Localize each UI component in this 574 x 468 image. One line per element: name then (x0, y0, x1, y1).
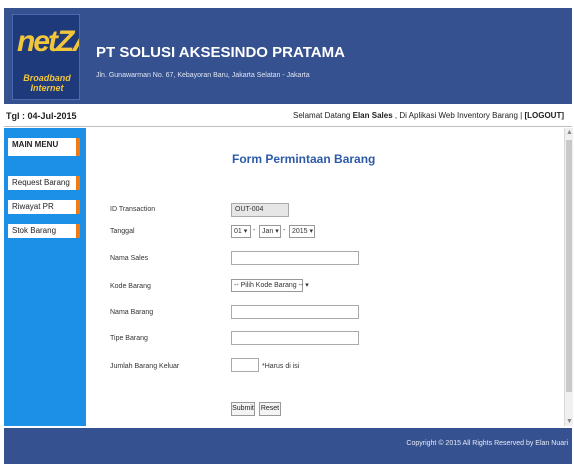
scrollbar-thumb[interactable] (566, 140, 572, 392)
company-address: Jln. Gunawarman No. 67, Kebayoran Baru, … (96, 72, 310, 79)
chevron-down-icon: ▾ (275, 228, 279, 235)
kode-barang-select[interactable]: -- Pilih Kode Barang -- ▾ (231, 279, 309, 292)
top-info-bar: Tgl : 04-Jul-2015 Selamat Datang Elan Sa… (4, 108, 572, 127)
sidebar-item-request-barang[interactable]: Request Barang (8, 176, 80, 190)
vertical-scrollbar[interactable]: ▲ ▼ (564, 128, 573, 426)
scroll-up-icon[interactable]: ▲ (566, 129, 573, 136)
sidebar-item-riwayat-pr[interactable]: Riwayat PR (8, 200, 80, 214)
main-content (90, 128, 562, 426)
label-id-transaction: ID Transaction (110, 206, 156, 213)
sidebar-heading: MAIN MENU (8, 138, 80, 156)
date-separator: - (283, 227, 286, 234)
month-select[interactable]: Jan ▾ (259, 225, 281, 238)
date-separator: - (253, 227, 256, 234)
form-title: Form Permintaan Barang (232, 152, 376, 166)
chevron-down-icon: ▾ (309, 228, 314, 235)
label-tipe-barang: Tipe Barang (110, 335, 148, 342)
company-logo: netZAP Broadband Internet (12, 14, 80, 100)
nama-barang-input[interactable] (231, 305, 359, 319)
kode-barang-value: -- Pilih Kode Barang -- (234, 282, 304, 289)
welcome-suffix: , Di Aplikasi Web Inventory Barang | (394, 111, 523, 120)
header-banner: netZAP Broadband Internet PT SOLUSI AKSE… (4, 8, 572, 104)
year-select[interactable]: 2015 ▾ (289, 225, 315, 238)
logout-link[interactable]: [LOGOUT] (524, 111, 564, 120)
sidebar: MAIN MENU Request Barang Riwayat PR Stok… (4, 128, 86, 426)
year-value: 2015 (292, 228, 308, 235)
day-select[interactable]: 01 ▾ (231, 225, 251, 238)
app-window: netZAP Broadband Internet PT SOLUSI AKSE… (0, 0, 574, 468)
current-date: Tgl : 04-Jul-2015 (6, 111, 77, 121)
submit-button[interactable]: Submit (231, 402, 255, 416)
company-name: PT SOLUSI AKSESINDO PRATAMA (96, 44, 345, 61)
welcome-prefix: Selamat Datang (293, 111, 351, 120)
day-value: 01 (234, 228, 242, 235)
chevron-down-icon: ▾ (243, 228, 248, 235)
label-jumlah-barang-keluar: Jumlah Barang Keluar (110, 363, 180, 370)
chevron-down-icon: ▾ (305, 282, 309, 289)
label-tanggal: Tanggal (110, 228, 135, 235)
logo-text: netZAP (17, 25, 79, 58)
jumlah-input[interactable] (231, 358, 259, 372)
label-kode-barang: Kode Barang (110, 283, 151, 290)
month-value: Jan (262, 228, 274, 235)
label-nama-sales: Nama Sales (110, 255, 149, 262)
id-transaction-field: OUT-004 (231, 203, 289, 217)
sidebar-item-stok-barang[interactable]: Stok Barang (8, 224, 80, 238)
tipe-barang-input[interactable] (231, 331, 359, 345)
user-name: Elan Sales (352, 111, 393, 120)
welcome-message: Selamat Datang Elan Sales , Di Aplikasi … (293, 111, 564, 120)
copyright-text: Copyright © 2015 All Rights Reserved by … (406, 440, 568, 447)
reset-button[interactable]: Reset (259, 402, 281, 416)
footer: Copyright © 2015 All Rights Reserved by … (4, 428, 572, 464)
required-hint: *Harus di isi (262, 363, 300, 370)
nama-sales-input[interactable] (231, 251, 359, 265)
logo-tagline: Broadband Internet (23, 73, 71, 93)
label-nama-barang: Nama Barang (110, 309, 154, 316)
scroll-down-icon[interactable]: ▼ (566, 418, 573, 425)
